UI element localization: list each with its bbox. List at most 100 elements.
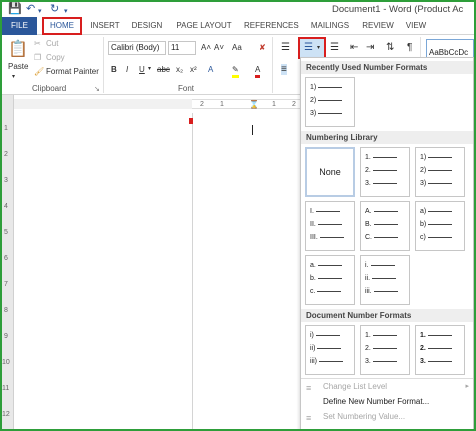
tab-design[interactable]: DESIGN — [130, 17, 164, 35]
bullets-icon[interactable]: ☰ — [281, 42, 290, 53]
format-tile-decimal-paren[interactable]: 1) 2) 3) — [415, 147, 465, 197]
numbering-dropdown-icon: ▾ — [317, 45, 321, 51]
list-number: i. — [365, 262, 369, 269]
doc-format-tile-decimal-bold[interactable]: 1. 2. 3. — [415, 325, 465, 375]
list-number: I. — [310, 208, 314, 215]
paste-button[interactable]: Paste — [8, 61, 28, 72]
ruler-number: 2 — [4, 151, 8, 158]
list-number: ii. — [365, 275, 371, 282]
list-number: 1. — [365, 332, 371, 339]
format-painter-icon[interactable]: 🖌 — [34, 66, 44, 77]
window-title: Document1 - Word (Product Ac — [332, 4, 464, 15]
format-tile-lower-roman[interactable]: i. ii. iii. — [360, 255, 410, 305]
underline-dropdown-icon[interactable]: ▾ — [148, 64, 151, 75]
underline-button[interactable]: U — [139, 64, 145, 75]
clear-formatting-icon[interactable]: ✘ — [259, 42, 266, 53]
decrease-indent-icon[interactable]: ⇤ — [350, 42, 358, 53]
list-number: 1. — [365, 154, 371, 161]
format-painter-button[interactable]: Format Painter — [46, 66, 99, 77]
paste-icon[interactable]: 📋 — [8, 39, 28, 59]
list-number: B. — [365, 221, 372, 228]
list-number: 3) — [420, 180, 427, 187]
cut-button[interactable]: Cut — [46, 38, 58, 49]
margin-marker — [189, 118, 193, 124]
format-none-tile[interactable]: None — [305, 147, 355, 197]
save-icon[interactable]: 💾 — [8, 3, 22, 16]
text-effects-icon[interactable]: A — [208, 64, 213, 75]
format-tile-lower-alpha-paren[interactable]: a) b) c) — [415, 201, 465, 251]
font-group-label: Font — [178, 84, 195, 93]
copy-button[interactable]: Copy — [46, 52, 65, 63]
sort-icon[interactable]: ⇅ — [386, 42, 394, 53]
list-number: 3) — [310, 110, 317, 117]
ruler-number: 1 — [220, 101, 224, 108]
list-level-icon: ≡ — [306, 383, 312, 393]
vertical-ruler[interactable]: 1 2 3 4 5 6 7 8 9 10 11 12 — [2, 95, 14, 429]
format-tile-lower-alpha-dot[interactable]: a. b. c. — [305, 255, 355, 305]
ruler-number: 6 — [4, 255, 8, 262]
multilevel-list-icon[interactable]: ☰ — [330, 42, 339, 53]
list-number: 2) — [310, 97, 317, 104]
font-color-icon[interactable]: A — [255, 64, 261, 78]
increase-indent-icon[interactable]: ⇥ — [366, 42, 374, 53]
list-number: c) — [420, 234, 426, 241]
copy-icon[interactable]: ❐ — [34, 52, 41, 63]
format-tile-decimal-dot[interactable]: 1. 2. 3. — [360, 147, 410, 197]
ribbon-tabs: FILE HOME INSERT DESIGN PAGE LAYOUT REFE… — [2, 17, 474, 35]
numbering-dropdown-panel: Recently Used Number Formats 1) 2) 3) Nu… — [300, 57, 474, 429]
tab-home[interactable]: HOME — [42, 17, 82, 35]
cut-icon[interactable]: ✂ — [34, 38, 41, 49]
set-value-icon: ≡ — [306, 413, 312, 423]
list-number: III. — [310, 234, 318, 241]
subscript-button[interactable]: x₂ — [176, 64, 183, 75]
shrink-font-button[interactable]: A˅ — [214, 42, 224, 53]
paste-dropdown-icon[interactable]: ▾ — [12, 72, 15, 83]
list-number: iii) — [310, 358, 317, 365]
align-left-icon[interactable]: ≡ — [281, 64, 287, 75]
show-formatting-button[interactable]: ¶ — [407, 42, 412, 53]
superscript-button[interactable]: x² — [190, 64, 197, 75]
ruler-number: 9 — [4, 333, 8, 340]
highlight-color-icon[interactable]: ✎ — [232, 64, 239, 78]
recent-format-tile[interactable]: 1) 2) 3) — [305, 77, 355, 127]
set-numbering-value-item[interactable]: ≡ Set Numbering Value... — [301, 410, 473, 424]
tab-review[interactable]: REVIEW — [362, 17, 394, 35]
doc-format-tile-roman-paren[interactable]: i) ii) iii) — [305, 325, 355, 375]
strikethrough-button[interactable]: abc — [157, 64, 170, 75]
numbering-icon: ☰ — [304, 42, 313, 53]
horizontal-ruler[interactable]: 2 1 ⌛ 1 2 — [192, 99, 300, 109]
font-name-select[interactable]: Calibri (Body) — [108, 41, 166, 55]
ruler-number: 1 — [4, 125, 8, 132]
ruler-number: 4 — [4, 203, 8, 210]
italic-button[interactable]: I — [126, 64, 128, 75]
grow-font-button[interactable]: A˄ — [201, 42, 211, 53]
format-tile-upper-alpha[interactable]: A. B. C. — [360, 201, 410, 251]
ruler-number: 3 — [4, 177, 8, 184]
change-case-button[interactable]: Aa — [232, 42, 242, 53]
tab-file[interactable]: FILE — [2, 17, 37, 35]
document-area: 2 1 ⌛ 1 2 1 2 3 4 5 6 7 8 9 10 11 12 — [2, 95, 300, 429]
menu-separator — [301, 378, 473, 379]
list-number: a) — [420, 208, 427, 215]
format-tile-upper-roman[interactable]: I. II. III. — [305, 201, 355, 251]
undo-icon[interactable]: ↶ — [26, 3, 35, 16]
tab-view[interactable]: VIEW — [404, 17, 428, 35]
numbering-library-header: Numbering Library — [301, 131, 473, 144]
change-list-level-item[interactable]: ≡ Change List Level ▸ — [301, 380, 473, 394]
redo-icon[interactable]: ↻ — [50, 3, 59, 16]
ruler-number: 10 — [2, 359, 10, 366]
tab-mailings[interactable]: MAILINGS — [308, 17, 352, 35]
text-cursor[interactable] — [252, 125, 253, 135]
font-size-select[interactable]: 11 — [168, 41, 196, 55]
tab-insert[interactable]: INSERT — [90, 17, 120, 35]
doc-format-tile-decimal[interactable]: 1. 2. 3. — [360, 325, 410, 375]
list-number: A. — [365, 208, 372, 215]
indent-marker-icon[interactable]: ⌛ — [249, 100, 259, 110]
tab-references[interactable]: REFERENCES — [244, 17, 299, 35]
bold-button[interactable]: B — [111, 64, 117, 75]
clipboard-launcher-icon[interactable]: ↘ — [94, 84, 100, 95]
ruler-number: 12 — [2, 411, 10, 418]
tab-page-layout[interactable]: PAGE LAYOUT — [176, 17, 232, 35]
list-number: 3. — [365, 180, 371, 187]
define-new-format-item[interactable]: Define New Number Format... — [301, 395, 473, 409]
